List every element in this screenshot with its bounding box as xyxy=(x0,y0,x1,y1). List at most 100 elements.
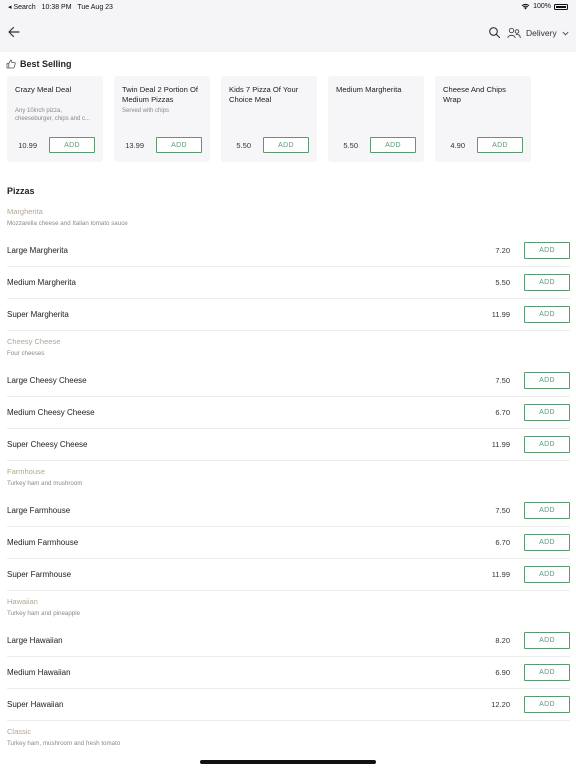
group-desc: Mozzarella cheese and Italian tomato sau… xyxy=(7,220,128,227)
add-button[interactable]: ADD xyxy=(524,664,570,681)
menu-item-row[interactable]: Medium Margherita 5.50 ADD xyxy=(0,267,576,299)
item-name: Super Hawaiian xyxy=(7,700,64,709)
menu-item-row[interactable]: Medium Hawaiian 6.90 ADD xyxy=(0,657,576,689)
add-button[interactable]: ADD xyxy=(49,137,95,153)
item-price: 5.50 xyxy=(495,278,510,287)
item-name: Large Hawaiian xyxy=(7,636,63,645)
card-desc: Served with chips xyxy=(122,108,170,114)
group-name: Hawaiian xyxy=(7,597,38,606)
group-name: Classic xyxy=(7,727,32,736)
item-name: Large Cheesy Cheese xyxy=(7,376,87,385)
status-right: 100% xyxy=(521,3,568,10)
item-name: Medium Farmhouse xyxy=(7,538,79,547)
battery-icon xyxy=(554,3,568,10)
item-price: 7.20 xyxy=(495,246,510,255)
card-price: 10.99 xyxy=(18,141,37,150)
add-button[interactable]: ADD xyxy=(263,137,309,153)
menu-item-row[interactable]: Super Margherita 11.99 ADD xyxy=(0,299,576,331)
menu-item-row[interactable]: Super Hawaiian 12.20 ADD xyxy=(0,689,576,721)
delivery-people-icon xyxy=(507,27,521,39)
group-name: Cheesy Cheese xyxy=(7,337,61,346)
best-selling-card[interactable]: Twin Deal 2 Portion Of Medium Pizzas Ser… xyxy=(114,76,210,162)
add-button[interactable]: ADD xyxy=(524,566,570,583)
add-button[interactable]: ADD xyxy=(524,534,570,551)
group-name: Margherita xyxy=(7,207,43,216)
home-indicator[interactable] xyxy=(200,760,376,764)
delivery-mode-label: Delivery xyxy=(526,28,557,38)
menu-item-row[interactable]: Medium Cheesy Cheese 6.70 ADD xyxy=(0,397,576,429)
search-button[interactable] xyxy=(488,26,501,39)
item-name: Large Margherita xyxy=(7,246,68,255)
add-button[interactable]: ADD xyxy=(524,242,570,259)
menu-item-row[interactable]: Large Margherita 7.20 ADD xyxy=(0,235,576,267)
menu-item-row[interactable]: Large Hawaiian 8.20 ADD xyxy=(0,625,576,657)
add-button[interactable]: ADD xyxy=(524,502,570,519)
add-button[interactable]: ADD xyxy=(524,372,570,389)
item-name: Large Farmhouse xyxy=(7,506,71,515)
item-name: Medium Cheesy Cheese xyxy=(7,408,95,417)
card-price: 4.90 xyxy=(450,141,465,150)
card-desc: Any 10inch pizza, cheeseburger, chips an… xyxy=(15,108,91,122)
category-title: Pizzas xyxy=(7,186,35,196)
menu-item-row[interactable]: Super Farmhouse 11.99 ADD xyxy=(0,559,576,591)
thumbs-up-icon xyxy=(6,59,16,69)
add-button[interactable]: ADD xyxy=(524,436,570,453)
item-price: 6.70 xyxy=(495,538,510,547)
menu-item-row[interactable]: Large Cheesy Cheese 7.50 ADD xyxy=(0,365,576,397)
item-name: Medium Margherita xyxy=(7,278,76,287)
add-button[interactable]: ADD xyxy=(477,137,523,153)
best-selling-card[interactable]: Medium Margherita 5.50 ADD xyxy=(328,76,424,162)
row-divider xyxy=(7,720,570,721)
add-button[interactable]: ADD xyxy=(370,137,416,153)
row-divider xyxy=(7,590,570,591)
back-button[interactable] xyxy=(6,24,22,40)
item-price: 6.70 xyxy=(495,408,510,417)
add-button[interactable]: ADD xyxy=(524,632,570,649)
best-selling-card[interactable]: Cheese And Chips Wrap 4.90 ADD xyxy=(435,76,531,162)
row-divider xyxy=(7,460,570,461)
add-button[interactable]: ADD xyxy=(524,274,570,291)
add-button[interactable]: ADD xyxy=(524,306,570,323)
best-selling-card[interactable]: Crazy Meal Deal Any 10inch pizza, cheese… xyxy=(7,76,103,162)
item-name: Super Farmhouse xyxy=(7,570,72,579)
chevron-down-icon xyxy=(562,31,569,35)
status-left: ◂ Search 10:38 PM Tue Aug 23 xyxy=(8,3,117,11)
item-price: 11.99 xyxy=(491,570,510,579)
item-price: 7.50 xyxy=(495,376,510,385)
search-icon xyxy=(489,27,501,39)
best-selling-card[interactable]: Kids 7 Pizza Of Your Choice Meal 5.50 AD… xyxy=(221,76,317,162)
add-button[interactable]: ADD xyxy=(156,137,202,153)
menu-item-row[interactable]: Medium Farmhouse 6.70 ADD xyxy=(0,527,576,559)
item-price: 12.20 xyxy=(491,700,510,709)
add-button[interactable]: ADD xyxy=(524,696,570,713)
wifi-icon xyxy=(521,3,530,10)
group-desc: Turkey ham, mushroom and fresh tomato xyxy=(7,740,121,747)
item-price: 7.50 xyxy=(495,506,510,515)
card-name: Kids 7 Pizza Of Your Choice Meal xyxy=(229,85,299,104)
item-price: 11.99 xyxy=(491,440,510,449)
menu-item-row[interactable]: Large Farmhouse 7.50 ADD xyxy=(0,495,576,527)
group-desc: Four cheeses xyxy=(7,350,45,357)
group-name: Farmhouse xyxy=(7,467,45,476)
item-name: Medium Hawaiian xyxy=(7,668,71,677)
card-name: Crazy Meal Deal xyxy=(15,85,72,94)
group-desc: Turkey ham and mushroom xyxy=(7,480,83,487)
status-date: Tue Aug 23 xyxy=(77,4,113,11)
delivery-mode-select[interactable]: Delivery xyxy=(507,25,569,41)
item-price: 11.99 xyxy=(491,310,510,319)
menu-item-row[interactable]: Super Cheesy Cheese 11.99 ADD xyxy=(0,429,576,461)
battery-percent: 100% xyxy=(533,3,551,10)
item-price: 6.90 xyxy=(495,668,510,677)
item-name: Super Cheesy Cheese xyxy=(7,440,88,449)
item-price: 8.20 xyxy=(495,636,510,645)
card-name: Medium Margherita xyxy=(336,85,402,94)
card-price: 5.50 xyxy=(236,141,251,150)
status-time: 10:38 PM xyxy=(41,4,72,11)
arrow-left-icon xyxy=(8,26,20,38)
nav-bar: Delivery xyxy=(0,14,576,52)
card-name: Twin Deal 2 Portion Of Medium Pizzas xyxy=(122,85,198,104)
add-button[interactable]: ADD xyxy=(524,404,570,421)
group-desc: Turkey ham and pineapple xyxy=(7,610,81,617)
back-to-app-link[interactable]: ◂ Search xyxy=(8,4,36,11)
best-selling-title: Best Selling xyxy=(20,59,72,69)
